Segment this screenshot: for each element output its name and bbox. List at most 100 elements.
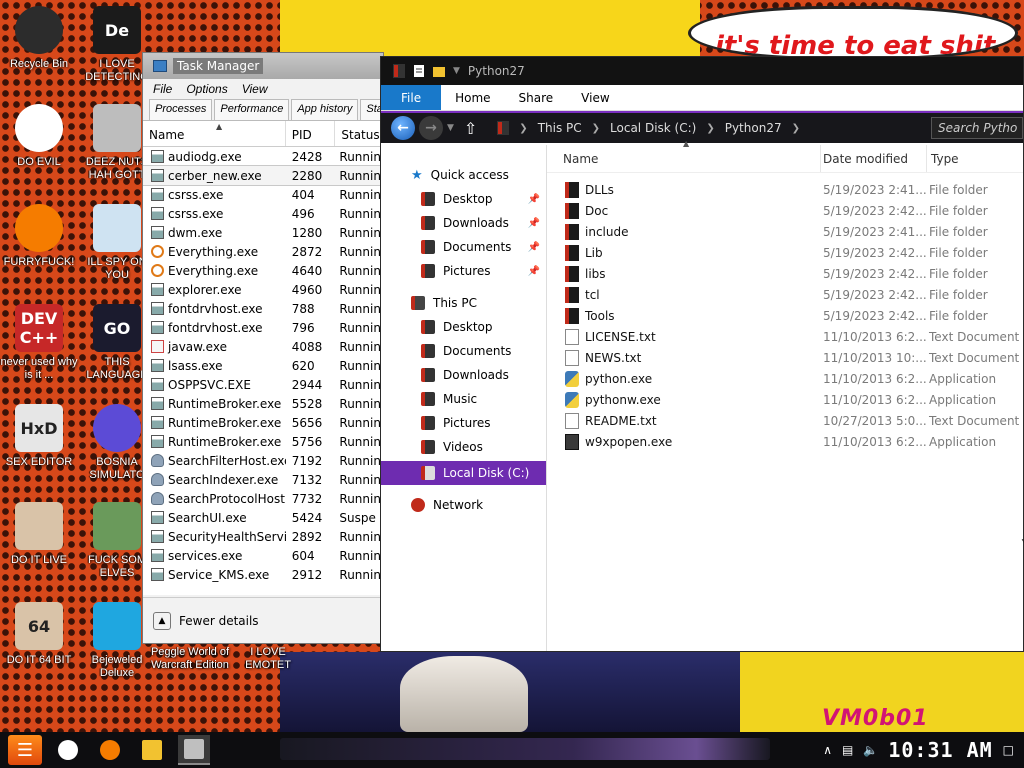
start-button[interactable]: ☰: [8, 735, 42, 765]
up-arrow-icon[interactable]: ⇧: [464, 119, 477, 138]
nav-quick-pictures[interactable]: Pictures 📌: [381, 259, 546, 283]
pin-icon[interactable]: 📌: [528, 266, 540, 277]
tab-processes[interactable]: Processes: [149, 99, 213, 120]
column-name[interactable]: Name: [143, 121, 286, 146]
process-row[interactable]: Everything.exe 4640 Runnin: [143, 261, 383, 280]
process-row[interactable]: csrss.exe 404 Runnin: [143, 185, 383, 204]
process-row[interactable]: dwm.exe 1280 Runnin: [143, 223, 383, 242]
process-row[interactable]: explorer.exe 4960 Runnin: [143, 280, 383, 299]
clock[interactable]: 10:31 AM: [888, 738, 992, 762]
process-row[interactable]: OSPPSVC.EXE 2944 Runnin: [143, 375, 383, 394]
new-folder-icon[interactable]: [433, 64, 445, 78]
network-icon[interactable]: ▤: [842, 743, 853, 757]
tab-app-history[interactable]: App history: [291, 99, 359, 120]
ribbon-home-tab[interactable]: Home: [441, 85, 504, 110]
explorer-titlebar[interactable]: ▼ Python27: [381, 57, 1023, 85]
process-row[interactable]: lsass.exe 620 Runnin: [143, 356, 383, 375]
file-explorer-window[interactable]: ▼ Python27 File Home Share View ← → ▼ ⇧ …: [380, 56, 1024, 652]
process-row[interactable]: SecurityHealthServi... 2892 Runnin: [143, 527, 383, 546]
nav-pc-music[interactable]: Music: [381, 387, 546, 411]
desktop-icon[interactable]: FURRYFUCK!: [0, 204, 78, 269]
nav-quick-documents[interactable]: Documents 📌: [381, 235, 546, 259]
menu-file[interactable]: File: [153, 82, 172, 96]
ribbon-file-tab[interactable]: File: [381, 85, 442, 110]
process-row[interactable]: cerber_new.exe 2280 Runnin: [143, 165, 383, 186]
ribbon-view-tab[interactable]: View: [567, 85, 623, 110]
nav-quick-downloads[interactable]: Downloads 📌: [381, 211, 546, 235]
desktop-icon[interactable]: 64 DO IT 64 BIT: [0, 602, 78, 667]
recent-locations-icon[interactable]: ▼: [447, 123, 454, 133]
desktop-icon[interactable]: DO EVIL: [0, 104, 78, 169]
menu-options[interactable]: Options: [186, 82, 227, 96]
breadcrumb-local-disk[interactable]: Local Disk (C:): [610, 121, 696, 135]
nav-quick-access[interactable]: ★ Quick access: [381, 163, 546, 187]
process-row[interactable]: services.exe 604 Runnin: [143, 546, 383, 565]
nav-pc-pictures[interactable]: Pictures: [381, 411, 546, 435]
task-manager-titlebar[interactable]: Task Manager: [143, 53, 383, 79]
taskbar-app-button[interactable]: [136, 735, 168, 765]
process-row[interactable]: Everything.exe 2872 Runnin: [143, 242, 383, 261]
file-row[interactable]: DLLs 5/19/2023 2:41... File folder: [547, 179, 1023, 200]
process-row[interactable]: csrss.exe 496 Runnin: [143, 204, 383, 223]
process-row[interactable]: fontdrvhost.exe 796 Runnin: [143, 318, 383, 337]
column-pid[interactable]: PID: [286, 121, 336, 146]
properties-icon[interactable]: [413, 64, 425, 78]
desktop-icon[interactable]: I LOVE EMOTET: [228, 646, 308, 672]
search-input[interactable]: Search Pytho: [931, 117, 1023, 139]
file-list-pane[interactable]: ▲ Name Date modified Type DLLs 5/19/2023…: [547, 139, 1023, 651]
desktop-icon[interactable]: Recycle Bin: [0, 6, 78, 71]
breadcrumb[interactable]: ❯ This PC ❯ Local Disk (C:) ❯ Python27 ❯: [497, 121, 927, 135]
process-row[interactable]: SearchFilterHost.exe 7192 Runnin: [143, 451, 383, 470]
breadcrumb-this-pc[interactable]: This PC: [538, 121, 582, 135]
file-row[interactable]: README.txt 10/27/2013 5:0... Text Docume…: [547, 410, 1023, 431]
nav-pc-documents[interactable]: Documents: [381, 339, 546, 363]
nav-pc-downloads[interactable]: Downloads: [381, 363, 546, 387]
tab-performance[interactable]: Performance: [214, 99, 290, 120]
column-name[interactable]: Name: [547, 145, 821, 172]
file-row[interactable]: LICENSE.txt 11/10/2013 6:2... Text Docum…: [547, 326, 1023, 347]
process-row[interactable]: SearchIndexer.exe 7132 Runnin: [143, 470, 383, 489]
column-type[interactable]: Type: [927, 145, 959, 172]
file-row[interactable]: Lib 5/19/2023 2:42... File folder: [547, 242, 1023, 263]
desktop-icon[interactable]: Peggle World of Warcraft Edition: [150, 646, 230, 672]
pin-icon[interactable]: 📌: [528, 242, 540, 253]
nav-local-disk[interactable]: Local Disk (C:): [381, 461, 546, 485]
file-row[interactable]: Tools 5/19/2023 2:42... File folder: [547, 305, 1023, 326]
desktop-icon[interactable]: DO IT LIVE: [0, 502, 78, 567]
process-row[interactable]: javaw.exe 4088 Runnin: [143, 337, 383, 356]
taskbar-app-button[interactable]: [178, 735, 210, 765]
nav-pc-desktop[interactable]: Desktop: [381, 315, 546, 339]
task-manager-window[interactable]: Task Manager File Options View Processes…: [142, 52, 393, 644]
file-row[interactable]: Doc 5/19/2023 2:42... File folder: [547, 200, 1023, 221]
process-row[interactable]: fontdrvhost.exe 788 Runnin: [143, 299, 383, 318]
process-row[interactable]: audiodg.exe 2428 Runnin: [143, 147, 383, 166]
pin-icon[interactable]: 📌: [528, 194, 540, 205]
file-row[interactable]: libs 5/19/2023 2:42... File folder: [547, 263, 1023, 284]
file-row[interactable]: python.exe 11/10/2013 6:2... Application: [547, 368, 1023, 389]
nav-network[interactable]: Network: [381, 493, 546, 517]
column-date-modified[interactable]: Date modified: [821, 145, 927, 172]
nav-this-pc[interactable]: This PC: [381, 291, 546, 315]
pin-icon[interactable]: 📌: [528, 218, 540, 229]
breadcrumb-python27[interactable]: Python27: [725, 121, 782, 135]
ribbon-share-tab[interactable]: Share: [505, 85, 568, 110]
nav-quick-desktop[interactable]: Desktop 📌: [381, 187, 546, 211]
nav-pc-videos[interactable]: Videos: [381, 435, 546, 459]
fewer-details-button[interactable]: Fewer details: [179, 614, 259, 628]
chevron-down-icon[interactable]: ▼: [453, 66, 460, 76]
column-status[interactable]: Status: [335, 121, 383, 146]
taskbar-app-button[interactable]: [94, 735, 126, 765]
notification-icon[interactable]: □: [1003, 743, 1014, 757]
desktop-icon[interactable]: HxD SEX EDITOR: [0, 404, 78, 469]
tray-overflow-icon[interactable]: ∧: [823, 743, 832, 757]
file-row[interactable]: tcl 5/19/2023 2:42... File folder: [547, 284, 1023, 305]
forward-arrow-icon[interactable]: →: [418, 116, 443, 140]
process-list[interactable]: audiodg.exe 2428 Runnin cerber_new.exe 22…: [143, 147, 383, 595]
process-row[interactable]: RuntimeBroker.exe 5756 Runnin: [143, 432, 383, 451]
process-row[interactable]: SearchProtocolHost.... 7732 Runnin: [143, 489, 383, 508]
menu-view[interactable]: View: [242, 82, 268, 96]
navigation-pane[interactable]: ★ Quick access Desktop 📌 Downloads 📌 Doc…: [381, 145, 547, 651]
file-row[interactable]: w9xpopen.exe 11/10/2013 6:2... Applicati…: [547, 431, 1023, 452]
process-row[interactable]: RuntimeBroker.exe 5528 Runnin: [143, 394, 383, 413]
process-row[interactable]: Service_KMS.exe 2912 Runnin: [143, 565, 383, 584]
